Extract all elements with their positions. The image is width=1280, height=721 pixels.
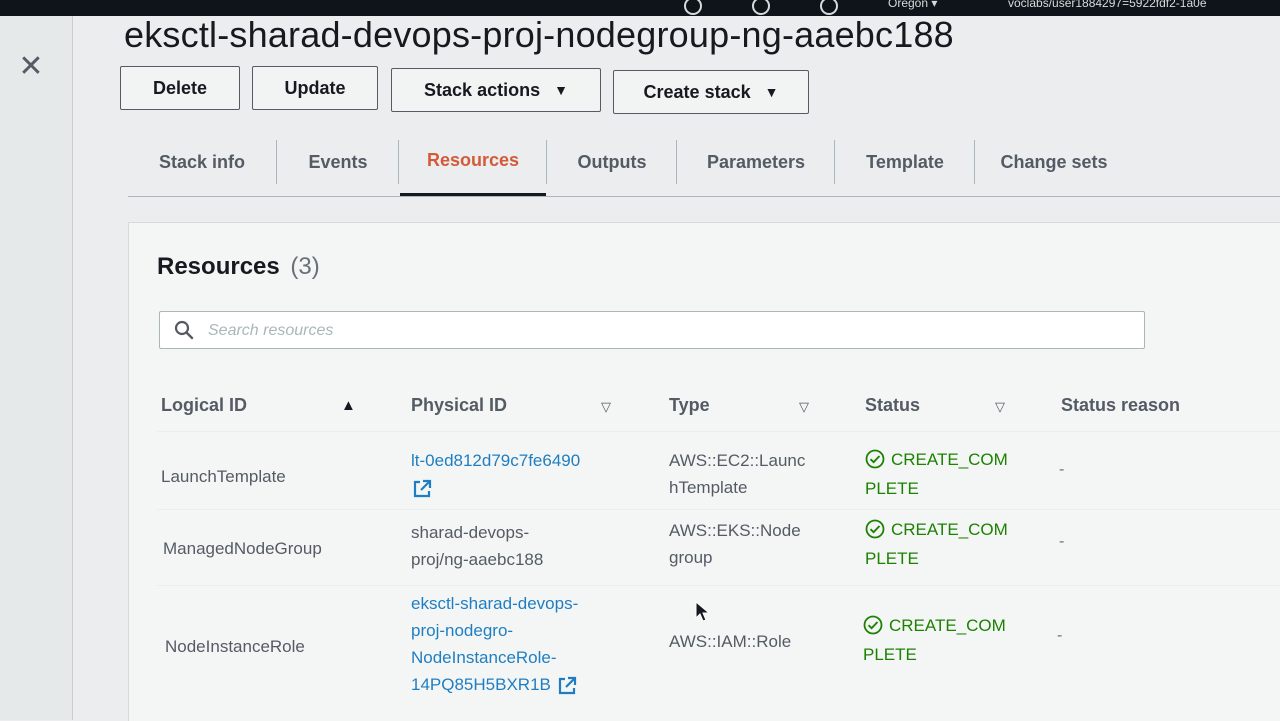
status-text: CREATE_COM	[889, 616, 1006, 635]
physical-id-text: lt-0ed812d79c7fe6490	[411, 451, 581, 470]
column-header-physical-id[interactable]: Physical ID	[411, 395, 507, 416]
tab-divider	[398, 140, 399, 184]
resources-heading: Resources (3)	[157, 253, 320, 281]
physical-id-text: sharad-devops-	[411, 523, 530, 542]
stack-actions-button[interactable]: Stack actions ▼	[391, 68, 601, 112]
status-reason-cell: -	[1059, 461, 1065, 478]
tab-divider	[834, 140, 835, 184]
tab-change-sets[interactable]: Change sets	[976, 128, 1132, 196]
status-text: PLETE	[865, 549, 919, 568]
create-stack-label: Create stack	[643, 81, 751, 102]
tab-label: Resources	[426, 150, 520, 170]
resources-panel: Resources (3) Logical ID ▲ Physical ID ▽…	[128, 222, 1280, 721]
status-text: CREATE_COM	[891, 520, 1008, 539]
type-text: AWS::EC2::Launc	[669, 451, 806, 470]
update-button-label: Update	[284, 77, 346, 98]
status-text: PLETE	[863, 645, 917, 664]
tab-parameters[interactable]: Parameters	[678, 128, 834, 196]
page-title: eksctl-sharad-devops-proj-nodegroup-ng-a…	[124, 14, 954, 55]
status-text: CREATE_COM	[891, 450, 1008, 469]
external-link-icon[interactable]	[411, 478, 433, 500]
tab-label: Stack info	[158, 151, 246, 172]
tab-label: Parameters	[706, 151, 806, 172]
physical-id-text: NodeInstanceRole-	[411, 648, 557, 667]
notifications-icon[interactable]	[752, 0, 770, 15]
tab-label: Events	[308, 151, 368, 172]
sort-icon[interactable]: ▽	[995, 399, 1005, 415]
tab-divider	[276, 140, 277, 184]
physical-id-text: proj/ng-aaebc188	[411, 550, 544, 569]
delete-button[interactable]: Delete	[120, 66, 240, 110]
physical-id-text: proj-nodegro-	[411, 621, 514, 640]
update-button[interactable]: Update	[252, 66, 378, 110]
tab-label: Template	[866, 151, 944, 172]
column-header-status-reason[interactable]: Status reason	[1061, 395, 1180, 416]
column-header-status[interactable]: Status	[865, 395, 920, 416]
caret-down-icon: ▼	[554, 82, 568, 98]
tab-divider	[676, 140, 677, 184]
type-text: group	[669, 548, 713, 567]
success-check-icon	[863, 615, 883, 635]
tab-outputs[interactable]: Outputs	[548, 128, 676, 196]
mouse-cursor-icon	[695, 601, 711, 622]
delete-button-label: Delete	[152, 77, 208, 98]
type-cell: AWS::IAM::Role	[669, 632, 792, 651]
physical-id-text: eksctl-sharad-devops-	[411, 594, 579, 613]
side-panel-gutter	[0, 16, 73, 720]
success-check-icon	[865, 519, 885, 539]
type-text: AWS::EKS::Node	[669, 521, 801, 540]
tab-events[interactable]: Events	[278, 128, 398, 196]
success-check-icon	[865, 449, 885, 469]
status-badge: CREATE_COM PLETE	[865, 515, 1008, 573]
physical-id-link[interactable]: lt-0ed812d79c7fe6490	[411, 447, 580, 501]
sort-icon[interactable]: ▽	[601, 399, 611, 415]
tab-stack-info[interactable]: Stack info	[128, 128, 276, 196]
stack-actions-label: Stack actions	[424, 79, 541, 100]
search-icon	[174, 320, 194, 340]
region-selector[interactable]: Oregon ▾	[888, 0, 937, 10]
row-divider	[157, 509, 1280, 510]
stack-detail-tabs: Stack info Events Resources Outputs Para…	[128, 128, 1280, 197]
row-divider	[157, 431, 1280, 432]
search-input[interactable]	[206, 318, 1110, 344]
status-badge: CREATE_COM PLETE	[865, 445, 1008, 503]
tab-divider	[974, 140, 975, 184]
row-divider	[157, 585, 1280, 586]
logical-id-cell: LaunchTemplate	[161, 467, 286, 486]
tab-label: Outputs	[577, 151, 647, 172]
column-header-logical-id[interactable]: Logical ID	[161, 395, 247, 416]
create-stack-button[interactable]: Create stack ▼	[613, 70, 809, 114]
physical-id-link[interactable]: eksctl-sharad-devops- proj-nodegro- Node…	[411, 590, 578, 698]
sort-icon[interactable]: ▽	[799, 399, 809, 415]
close-icon[interactable]: ✕	[14, 50, 48, 84]
status-reason-cell: -	[1059, 533, 1065, 550]
tab-label: Change sets	[1000, 151, 1108, 172]
help-icon[interactable]	[820, 0, 838, 15]
resources-title: Resources	[157, 253, 280, 280]
search-box	[159, 311, 1145, 349]
logical-id-cell: ManagedNodeGroup	[163, 539, 322, 558]
column-header-type[interactable]: Type	[669, 395, 710, 416]
status-text: PLETE	[865, 479, 919, 498]
cloudshell-icon[interactable]	[684, 0, 702, 15]
status-reason-cell: -	[1057, 627, 1063, 644]
type-text: hTemplate	[669, 478, 748, 497]
resources-count: (3)	[290, 253, 320, 280]
physical-id-text: 14PQ85H5BXR1B	[411, 675, 551, 694]
logical-id-cell: NodeInstanceRole	[165, 637, 305, 656]
status-badge: CREATE_COM PLETE	[863, 611, 1006, 669]
physical-id-cell: sharad-devops- proj/ng-aaebc188	[411, 519, 543, 573]
type-cell: AWS::EKS::Node group	[669, 517, 801, 571]
sort-ascending-icon[interactable]: ▲	[341, 397, 356, 414]
tab-divider	[546, 140, 547, 184]
tab-resources[interactable]: Resources	[400, 128, 546, 196]
tab-template[interactable]: Template	[836, 128, 974, 196]
type-cell: AWS::EC2::Launc hTemplate	[669, 447, 805, 501]
caret-down-icon: ▼	[764, 84, 779, 100]
account-menu[interactable]: voclabs/user1884297=5922fdf2-1a0e	[1008, 0, 1207, 10]
external-link-icon[interactable]	[556, 675, 578, 697]
